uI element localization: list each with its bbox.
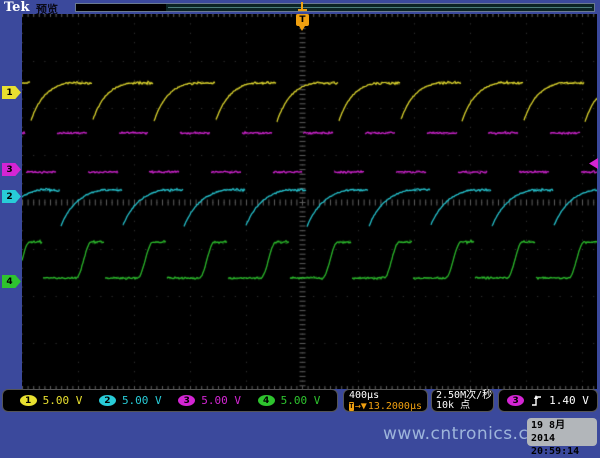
- channel3-scale: 5.00 V: [201, 394, 241, 407]
- timebase-scale: 400μs: [349, 391, 422, 401]
- trigger-position-stem-icon: [299, 26, 305, 31]
- channel4-ground-marker[interactable]: 4: [2, 275, 21, 288]
- trigger-delay-value: 13.2000μs: [368, 401, 422, 412]
- channel3-badge: 3: [178, 395, 195, 406]
- trigger-source-badge: 3: [507, 395, 524, 406]
- acquisition-readout[interactable]: 2.50M次/秒 10k 点: [431, 389, 494, 412]
- tek-logo: Tek: [4, 0, 29, 15]
- datetime-box: 19 8月 2014 20:59:14: [527, 418, 597, 446]
- trigger-delay-readout: T →▼ 13.2000μs: [349, 401, 422, 412]
- channel-readout-bar: 1 5.00 V 2 5.00 V 3 5.00 V 4 5.00 V: [2, 389, 338, 412]
- channel3-readout[interactable]: 3 5.00 V: [178, 394, 241, 407]
- record-view-waveform-line: [168, 7, 592, 8]
- channel2-scale: 5.00 V: [122, 394, 162, 407]
- timebase-readout[interactable]: 400μs T →▼ 13.2000μs: [343, 389, 428, 412]
- trigger-delay-t-icon: T: [349, 402, 354, 411]
- trigger-delay-arrows-icon: →▼: [355, 401, 367, 412]
- trigger-readout[interactable]: 3 1.40 V: [498, 389, 598, 412]
- channel1-scale: 5.00 V: [43, 394, 83, 407]
- channel4-scale: 5.00 V: [281, 394, 321, 407]
- channel2-readout[interactable]: 2 5.00 V: [99, 394, 162, 407]
- record-view-offscreen-segment: [76, 4, 166, 11]
- trigger-position-t-icon[interactable]: T: [296, 14, 309, 26]
- channel1-ground-marker[interactable]: 1: [2, 86, 21, 99]
- scope-canvas: [22, 14, 597, 389]
- time-label: 20:59:14: [531, 445, 593, 458]
- channel1-badge: 1: [20, 395, 37, 406]
- record-length: 10k 点: [436, 401, 489, 411]
- rising-edge-slope-icon: [531, 394, 542, 407]
- channel2-badge: 2: [99, 395, 116, 406]
- channel4-badge: 4: [258, 395, 275, 406]
- waveform-display: [22, 14, 597, 389]
- trigger-level-value: 1.40 V: [549, 394, 589, 407]
- record-trigger-position-icon[interactable]: [298, 2, 307, 12]
- channel2-ground-marker[interactable]: 2: [2, 190, 21, 203]
- date-label: 19 8月 2014: [531, 419, 593, 445]
- channel4-readout[interactable]: 4 5.00 V: [258, 394, 321, 407]
- record-view-bar[interactable]: [75, 3, 595, 12]
- channel3-ground-marker[interactable]: 3: [2, 163, 21, 176]
- channel1-readout[interactable]: 1 5.00 V: [20, 394, 83, 407]
